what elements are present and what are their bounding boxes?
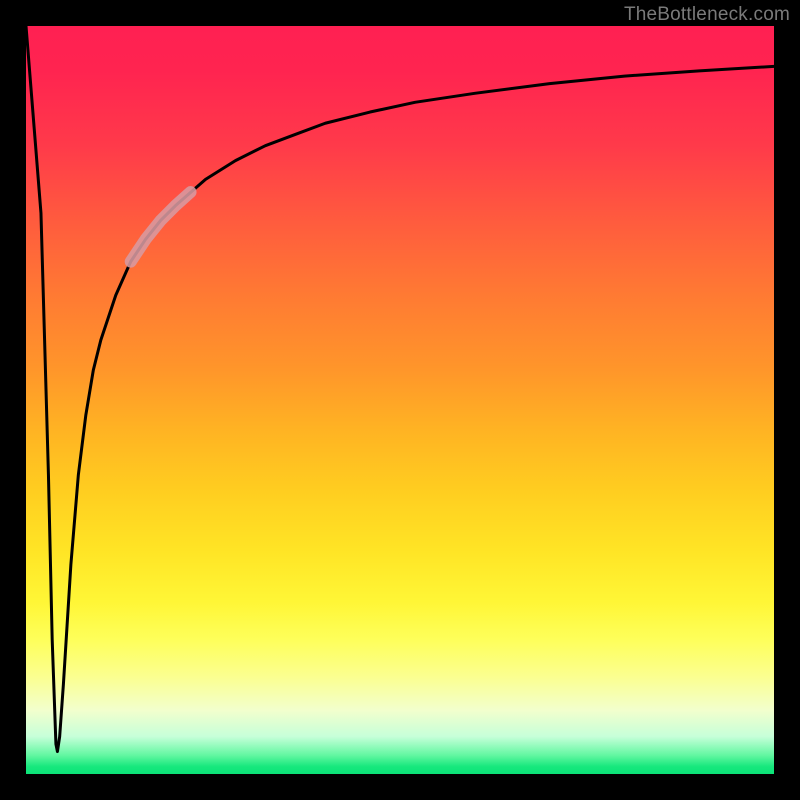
plot-area	[26, 26, 774, 774]
chart-frame: TheBottleneck.com	[0, 0, 800, 800]
gradient-background	[26, 26, 774, 774]
watermark-text: TheBottleneck.com	[624, 4, 790, 26]
